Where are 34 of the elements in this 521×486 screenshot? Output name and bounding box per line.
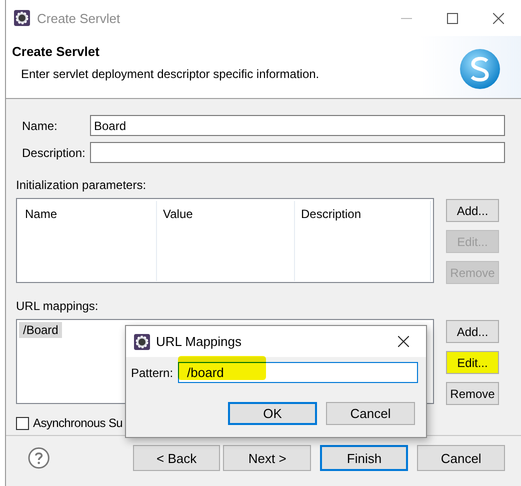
wizard-button[interactable]: Next > bbox=[223, 445, 312, 471]
checkbox-label: Asynchronous Su bbox=[33, 416, 123, 430]
wizard-button[interactable]: Finish bbox=[320, 445, 408, 471]
side-button[interactable]: Add... bbox=[446, 320, 499, 343]
input-field[interactable]: Board bbox=[90, 115, 505, 136]
column-header[interactable]: Value bbox=[157, 201, 295, 281]
column-header[interactable]: Name bbox=[19, 201, 157, 281]
side-button[interactable]: Add... bbox=[446, 199, 499, 222]
wizard-button[interactable]: < Back bbox=[132, 445, 220, 471]
maximize-icon bbox=[446, 12, 458, 24]
wizard-button[interactable]: Cancel bbox=[417, 445, 505, 471]
field-label: Pattern: bbox=[131, 366, 174, 380]
close-icon bbox=[398, 336, 408, 347]
page-description: Enter servlet deployment descriptor specific information. bbox=[21, 67, 320, 81]
dialog-title: URL Mappings bbox=[156, 334, 243, 349]
list-item[interactable]: /Board bbox=[19, 322, 62, 338]
field-label: Description: bbox=[21, 146, 86, 160]
section-label: Initialization parameters: bbox=[16, 178, 148, 192]
dialog-button[interactable]: OK bbox=[228, 402, 317, 425]
side-button[interactable]: Edit... bbox=[446, 351, 499, 374]
input-field[interactable] bbox=[90, 142, 505, 163]
help-icon[interactable] bbox=[28, 447, 50, 469]
gear-icon bbox=[134, 334, 150, 350]
dialog-button[interactable]: Cancel bbox=[326, 402, 415, 425]
close-icon bbox=[492, 12, 504, 24]
checkbox[interactable] bbox=[16, 416, 29, 430]
side-button[interactable]: Remove bbox=[446, 382, 499, 405]
servlet-logo-icon bbox=[459, 48, 501, 90]
field-label: Name: bbox=[21, 118, 58, 132]
column-header[interactable]: Description bbox=[295, 201, 431, 281]
page-title: Create Servlet bbox=[12, 44, 100, 59]
section-label: URL mappings: bbox=[16, 299, 100, 313]
gear-icon bbox=[14, 10, 30, 26]
window-title: Create Servlet bbox=[37, 10, 122, 26]
